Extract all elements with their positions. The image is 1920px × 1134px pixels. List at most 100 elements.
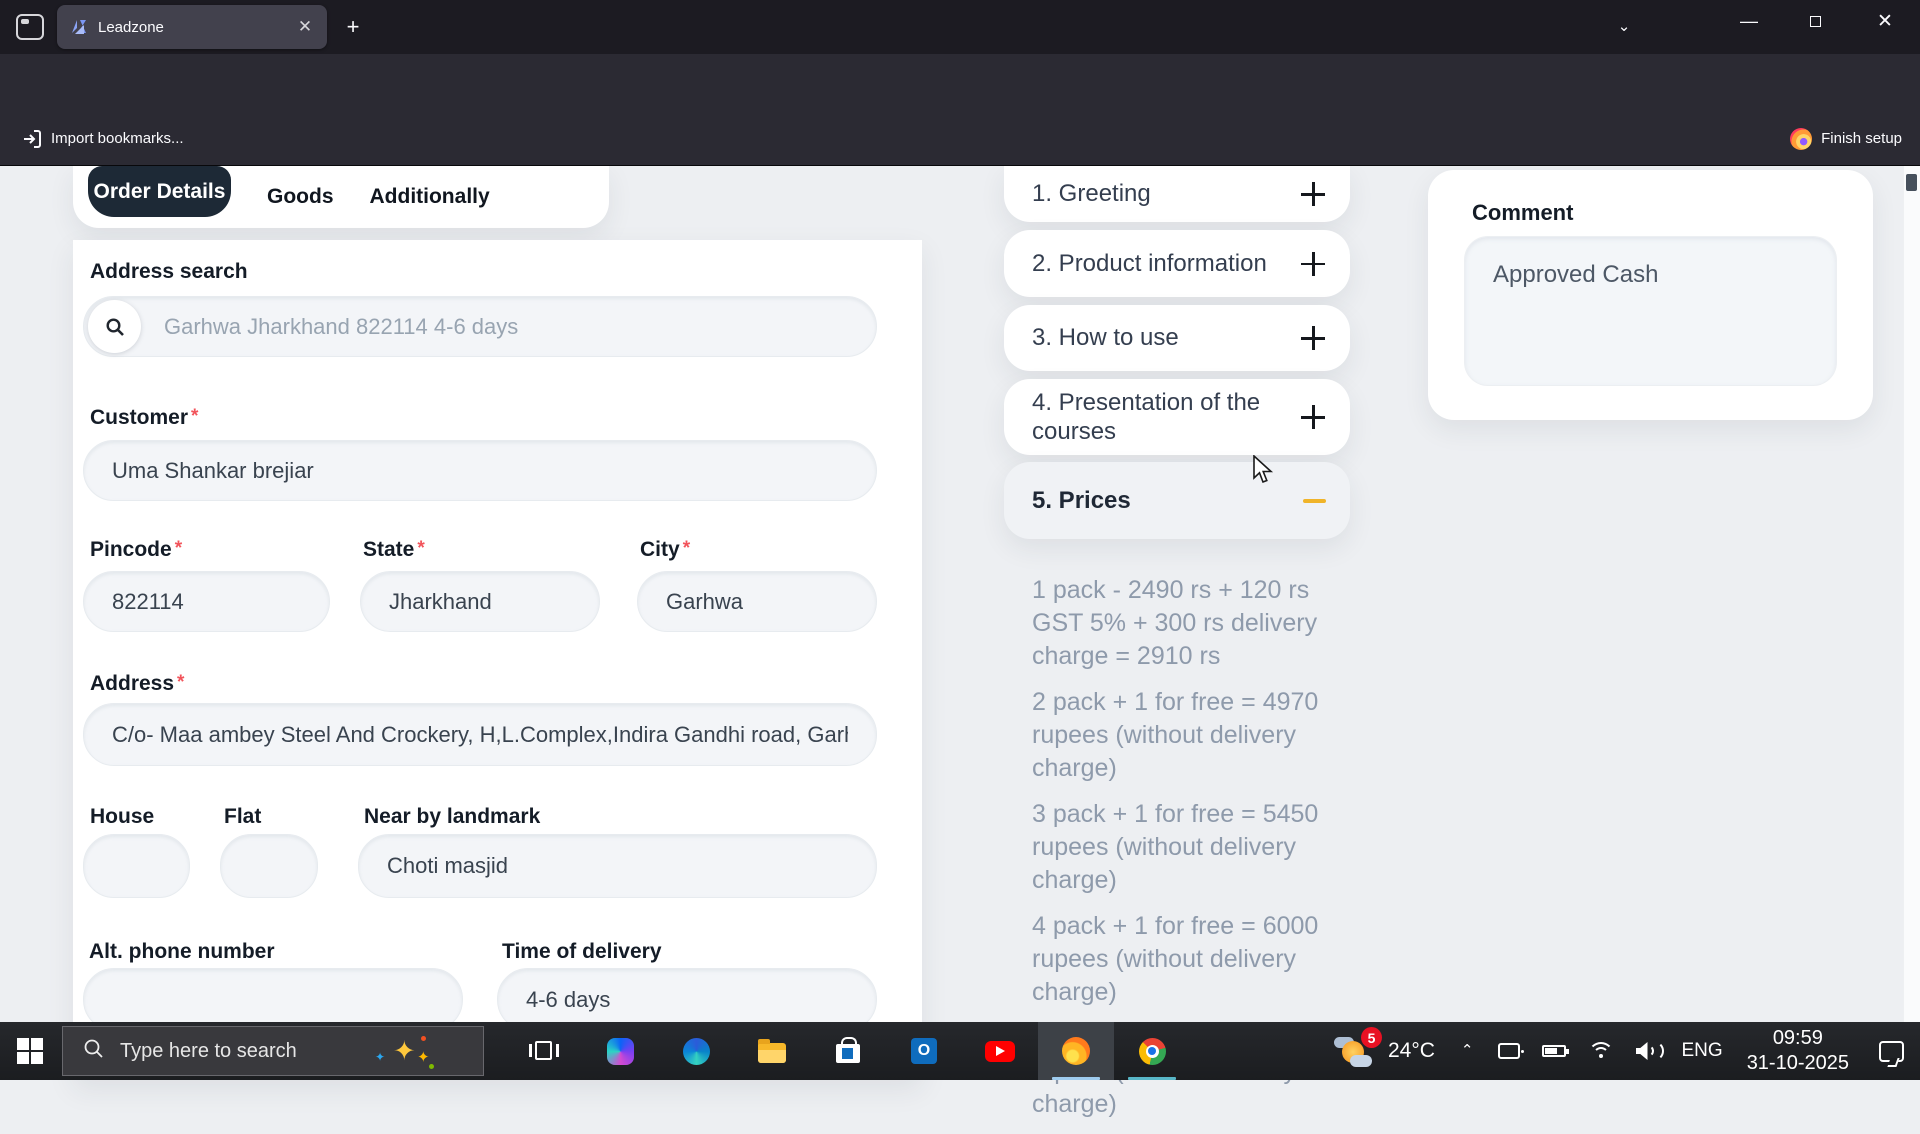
expand-icon	[1298, 249, 1328, 279]
flat-input[interactable]	[220, 834, 318, 898]
pincode-input[interactable]	[83, 571, 330, 632]
script-section-prices[interactable]: 5. Prices	[1004, 462, 1350, 539]
outlook-icon: O	[911, 1038, 937, 1064]
window-restore-button[interactable]	[1792, 0, 1838, 42]
address-input[interactable]	[83, 703, 877, 766]
language-indicator[interactable]: ENG	[1682, 1040, 1723, 1062]
task-view-icon	[531, 1041, 557, 1061]
rotation-lock-icon[interactable]	[1498, 1043, 1520, 1059]
new-tab-button[interactable]: +	[338, 13, 368, 43]
tab-goods[interactable]: Goods	[267, 185, 334, 209]
price-item: 1 pack - 2490 rs + 120 rs GST 5% + 300 r…	[1032, 574, 1350, 673]
state-input[interactable]	[360, 571, 600, 632]
temperature-label[interactable]: 24°C	[1388, 1039, 1435, 1063]
leadzone-favicon	[69, 17, 89, 37]
firefox-icon	[1062, 1037, 1090, 1065]
microsoft-store-button[interactable]	[810, 1022, 886, 1080]
import-bookmarks-button[interactable]: Import bookmarks...	[22, 129, 184, 149]
notification-count-badge: 5	[1361, 1027, 1382, 1048]
script-section-presentation[interactable]: 4. Presentation of the courses	[1004, 379, 1350, 455]
taskbar-search-placeholder: Type here to search	[120, 1040, 297, 1063]
taskbar-app-icons: O	[506, 1022, 1190, 1080]
mouse-cursor	[1252, 455, 1274, 490]
file-explorer-icon	[758, 1043, 786, 1063]
notification-center-icon[interactable]	[1879, 1041, 1904, 1062]
script-section-product-information[interactable]: 2. Product information	[1004, 230, 1350, 297]
browser-tabstrip: Leadzone ✕ + ⌄ — ✕	[0, 0, 1920, 54]
window-close-button[interactable]: ✕	[1862, 0, 1908, 42]
windows-logo-icon	[17, 1038, 43, 1064]
comment-card: Comment Approved Cash	[1428, 170, 1873, 420]
tab-order-details-label: Order Details	[94, 180, 226, 204]
browser-chrome: Leadzone ✕ + ⌄ — ✕ ← → ⟳ leadzone.pro/op…	[0, 0, 1920, 166]
edge-icon	[683, 1038, 710, 1065]
script-section-how-to-use[interactable]: 3. How to use	[1004, 305, 1350, 371]
tab-order-details[interactable]: Order Details	[88, 166, 231, 217]
chrome-button[interactable]	[1114, 1022, 1190, 1080]
chrome-icon	[1139, 1038, 1166, 1065]
address-label: Address*	[90, 672, 184, 696]
price-item: 4 pack + 1 for free = 6000 rupees (witho…	[1032, 910, 1350, 1009]
weather-widget[interactable]: 5	[1334, 1031, 1380, 1071]
expand-icon	[1298, 179, 1328, 209]
microsoft-store-icon	[836, 1044, 860, 1063]
page-scrollbar-thumb[interactable]	[1906, 174, 1917, 191]
window-minimize-button[interactable]: —	[1726, 0, 1772, 42]
firefox-button[interactable]	[1038, 1022, 1114, 1080]
finish-setup-button[interactable]: Finish setup	[1790, 128, 1902, 150]
taskbar-clock[interactable]: 09:59 31-10-2025	[1747, 1026, 1849, 1076]
section-title: 1. Greeting	[1032, 180, 1151, 208]
city-label: City*	[640, 538, 690, 562]
tab-additionally[interactable]: Additionally	[370, 185, 490, 209]
import-icon	[22, 129, 42, 149]
battery-icon[interactable]	[1542, 1045, 1566, 1057]
house-input[interactable]	[83, 834, 190, 898]
tray-chevron-icon[interactable]: ⌃	[1461, 1041, 1474, 1059]
search-icon	[88, 300, 141, 353]
tab-close-icon[interactable]: ✕	[293, 15, 317, 39]
task-view-button[interactable]	[506, 1022, 582, 1080]
outlook-button[interactable]: O	[886, 1022, 962, 1080]
tab-title: Leadzone	[98, 19, 293, 36]
firefox-view-icon[interactable]	[16, 14, 44, 40]
start-button[interactable]	[0, 1022, 60, 1080]
alt-phone-label: Alt. phone number	[89, 940, 275, 964]
price-item: 3 pack + 1 for free = 5450 rupees (witho…	[1032, 798, 1350, 897]
windows-ai-stars-icon: ✦✦✦	[377, 1034, 437, 1072]
file-explorer-button[interactable]	[734, 1022, 810, 1080]
script-section-greeting[interactable]: 1. Greeting	[1004, 166, 1350, 222]
delivery-time-label: Time of delivery	[502, 940, 662, 964]
state-label: State*	[363, 538, 425, 562]
edge-button[interactable]	[658, 1022, 734, 1080]
clock-date: 31-10-2025	[1747, 1051, 1849, 1076]
flat-label: Flat	[224, 805, 261, 829]
landmark-input[interactable]	[358, 834, 877, 898]
expand-icon	[1298, 402, 1328, 432]
page-scrollbar-track[interactable]	[1903, 166, 1920, 1022]
form-tabs-card: Order Details Goods Additionally	[73, 166, 609, 228]
browser-toolbar: ← → ⟳ leadzone.pro/operator/call Sig	[0, 54, 1920, 112]
clock-time: 09:59	[1747, 1026, 1849, 1051]
pincode-label: Pincode*	[90, 538, 182, 562]
list-tabs-chevron-icon[interactable]: ⌄	[1608, 12, 1640, 42]
address-search-input[interactable]	[83, 296, 877, 357]
section-title: 4. Presentation of the courses	[1032, 388, 1286, 446]
section-title: 5. Prices	[1032, 487, 1131, 515]
order-form-card: Address search Customer* Pincode* State*…	[73, 240, 922, 1080]
system-tray: 5 24°C ⌃ ENG 09:59 31-10-2025	[1334, 1022, 1920, 1080]
copilot-button[interactable]	[582, 1022, 658, 1080]
expand-icon	[1298, 323, 1328, 353]
city-input[interactable]	[637, 571, 877, 632]
page-content: Order Details Goods Additionally Address…	[0, 166, 1920, 1080]
address-search-label: Address search	[90, 260, 248, 284]
landmark-label: Near by landmark	[364, 805, 540, 829]
volume-icon[interactable]	[1636, 1042, 1660, 1060]
wifi-icon[interactable]	[1588, 1042, 1614, 1061]
browser-tab[interactable]: Leadzone ✕	[57, 5, 327, 49]
copilot-icon	[607, 1038, 634, 1065]
taskbar-search[interactable]: Type here to search ✦✦✦	[62, 1026, 484, 1076]
comment-textarea[interactable]: Approved Cash	[1464, 236, 1837, 386]
customer-input[interactable]	[83, 440, 877, 501]
youtube-button[interactable]	[962, 1022, 1038, 1080]
house-label: House	[90, 805, 154, 829]
